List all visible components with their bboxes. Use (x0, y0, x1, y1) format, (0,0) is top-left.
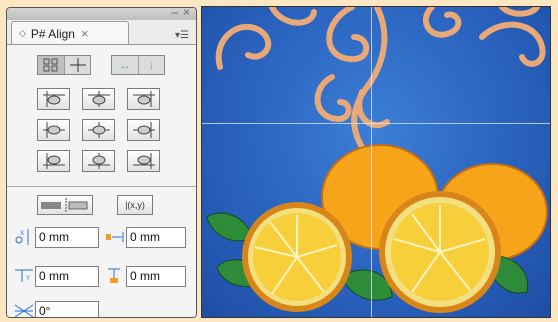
lemon-middle-left-icon (42, 122, 65, 138)
rotation-field[interactable]: 0° (35, 300, 99, 317)
x-offset-icon: X (13, 228, 35, 246)
collapse-button[interactable]: – (171, 8, 178, 18)
align-middle-left-button[interactable] (37, 119, 70, 141)
align-top-left-button[interactable] (37, 88, 70, 110)
align-button-grid (37, 88, 160, 172)
lemons-artwork (206, 7, 548, 313)
distribute-toggle: ↔ ↓ (111, 55, 165, 75)
panel-titlebar[interactable] (7, 8, 196, 20)
y-spacing-field[interactable]: 0 mm (126, 265, 186, 287)
offset-mode-button[interactable]: |(x,y) (117, 195, 153, 215)
svg-text:X: X (20, 231, 24, 237)
offset-xy-icon: |(x,y) (125, 200, 145, 210)
align-mode-toggle (37, 55, 91, 75)
tab-label: P# Align (30, 26, 75, 41)
tab-align[interactable]: ◇ P# Align × (11, 21, 129, 45)
y-offset-field[interactable]: 0 mm (35, 265, 99, 287)
align-center-button[interactable] (82, 119, 115, 141)
lemon-top-center-icon (87, 91, 110, 107)
panel-close-button[interactable]: × (183, 8, 190, 18)
align-bottom-center-button[interactable] (82, 150, 115, 172)
lemon-top-left-icon (42, 91, 65, 107)
lemon-center-icon (87, 122, 110, 138)
y-offset-icon: Y (13, 267, 35, 285)
panel-menu-icon[interactable]: ▾☰ (175, 30, 189, 41)
distribute-horizontal-button[interactable]: ↔ (112, 56, 138, 74)
align-bottom-right-button[interactable] (127, 150, 160, 172)
x-spacing-icon (104, 228, 126, 246)
leaf-left (206, 212, 253, 242)
document-canvas[interactable] (201, 6, 551, 318)
align-selection-icon (43, 58, 58, 72)
crosshair-icon (69, 58, 86, 72)
lemon-top-right-icon (132, 91, 155, 107)
x-row: X 0 mm 0 mm (13, 226, 186, 248)
diamond-icon: ◇ (19, 28, 26, 38)
y-spacing-icon (104, 267, 126, 285)
rotation-row: 0° (13, 300, 99, 317)
align-bottom-left-button[interactable] (37, 150, 70, 172)
align-top-right-button[interactable] (127, 88, 160, 110)
down-arrow-icon: ↓ (148, 58, 155, 72)
divider (7, 186, 196, 187)
y-row: Y 0 mm 0 mm (13, 265, 186, 287)
x-spacing-field[interactable]: 0 mm (126, 226, 186, 248)
relative-placement-toggle[interactable] (37, 195, 93, 215)
lemon-bottom-center-icon (87, 153, 110, 169)
align-middle-right-button[interactable] (127, 119, 160, 141)
align-to-guides-button[interactable] (64, 56, 90, 74)
align-to-selection-button[interactable] (38, 56, 64, 74)
relative-placement-icon (41, 198, 88, 212)
horizontal-guide[interactable] (202, 123, 550, 124)
x-offset-field[interactable]: 0 mm (35, 226, 99, 248)
lemon-middle-right-icon (132, 122, 155, 138)
svg-text:Y: Y (26, 276, 30, 282)
lemon-bottom-right-icon (132, 153, 155, 169)
rotation-icon (13, 302, 35, 317)
distribute-vertical-button[interactable]: ↓ (138, 56, 164, 74)
vertical-guide[interactable] (371, 7, 372, 317)
decorative-swirls (215, 7, 546, 150)
horizontal-arrows-icon: ↔ (119, 58, 131, 72)
panel-body: ↔ ↓ |(x,y) X 0 mm 0 mm Y 0 mm 0 mm 0° (7, 44, 196, 317)
align-top-center-button[interactable] (82, 88, 115, 110)
lemon-bottom-left-icon (42, 153, 65, 169)
align-panel: – × ◇ P# Align × ▾☰ ↔ ↓ |(x,y) X 0 mm 0 … (6, 7, 197, 318)
tab-close-icon[interactable]: × (81, 26, 89, 41)
